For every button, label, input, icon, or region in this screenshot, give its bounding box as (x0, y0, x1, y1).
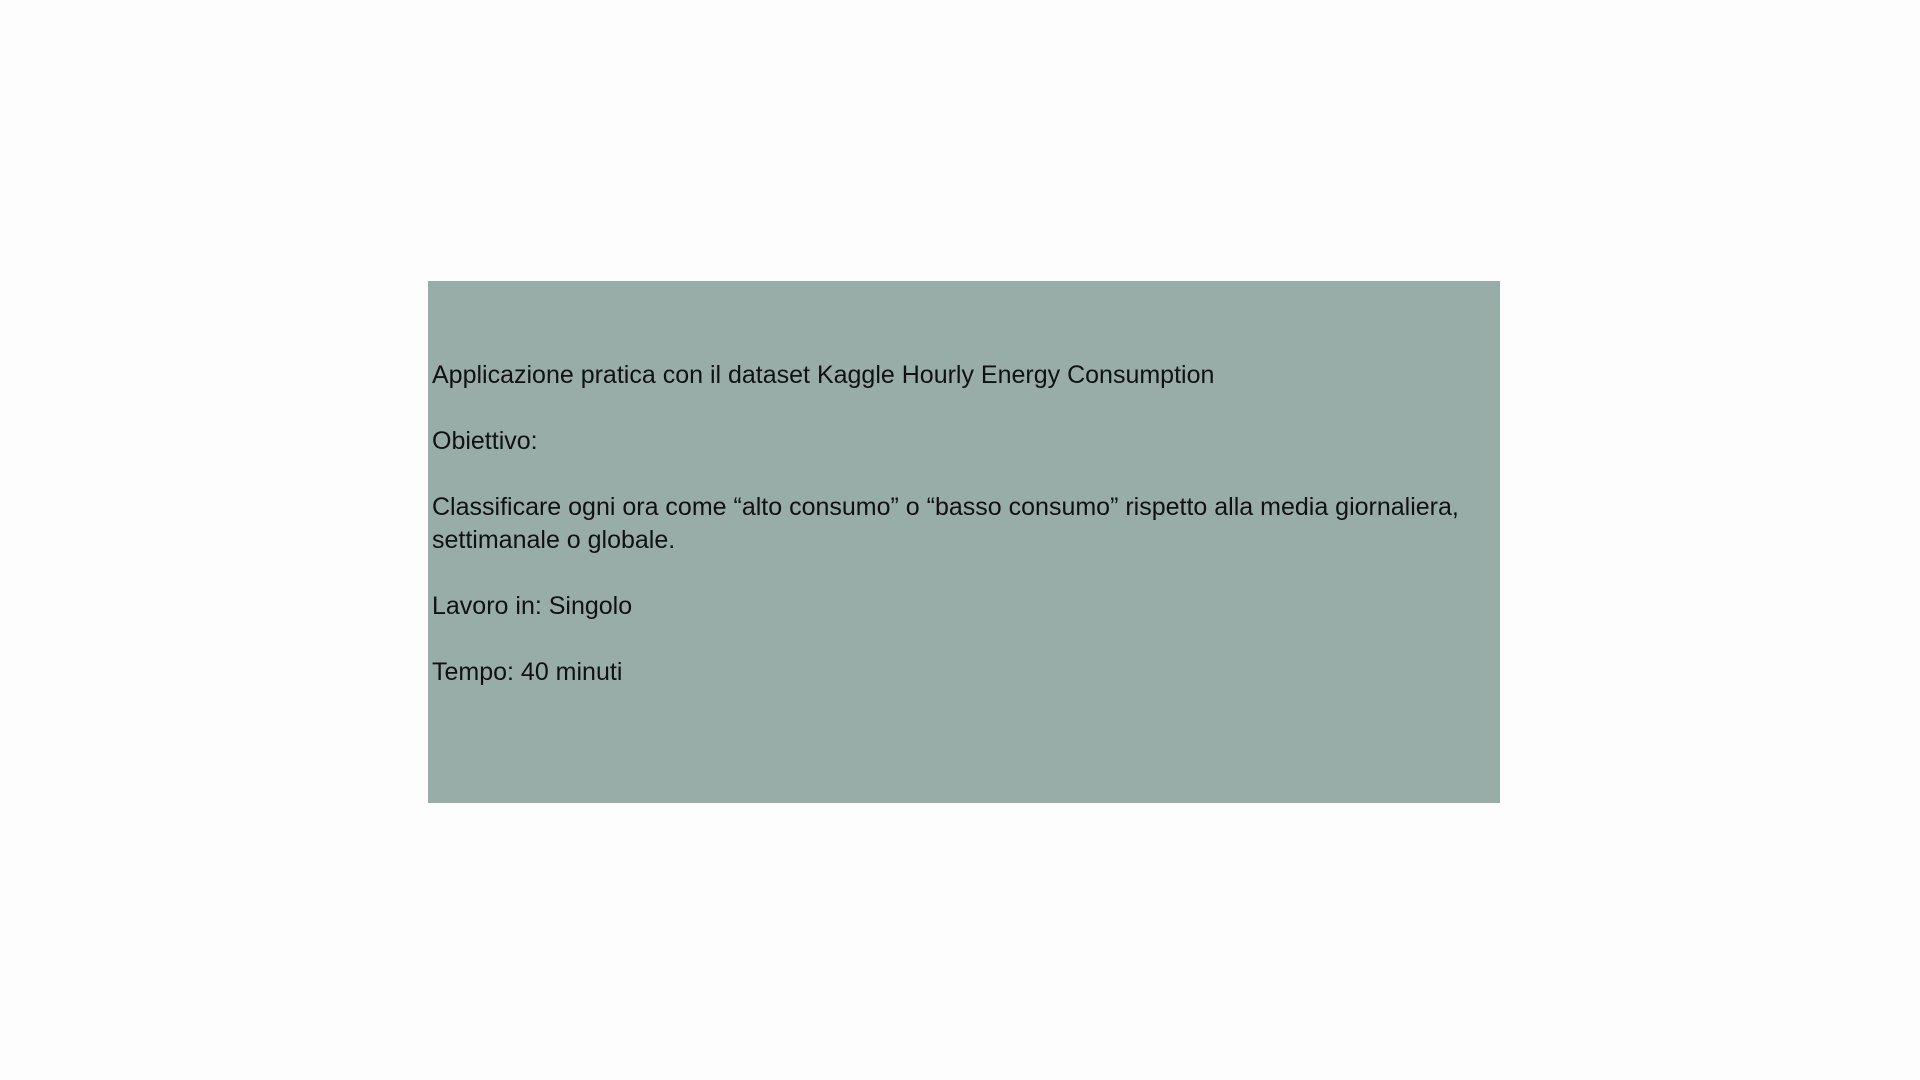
work-mode: Lavoro in: Singolo (432, 592, 633, 620)
duration: Tempo: 40 minuti (432, 658, 623, 686)
objective-text: Classificare ogni ora come “alto consumo… (432, 493, 1459, 554)
activity-title: Applicazione pratica con il dataset Kagg… (432, 361, 1215, 389)
objective-label: Obiettivo: (432, 427, 538, 455)
activity-card: Applicazione pratica con il dataset Kagg… (428, 281, 1500, 803)
slide: Applicazione pratica con il dataset Kagg… (0, 0, 1920, 1080)
